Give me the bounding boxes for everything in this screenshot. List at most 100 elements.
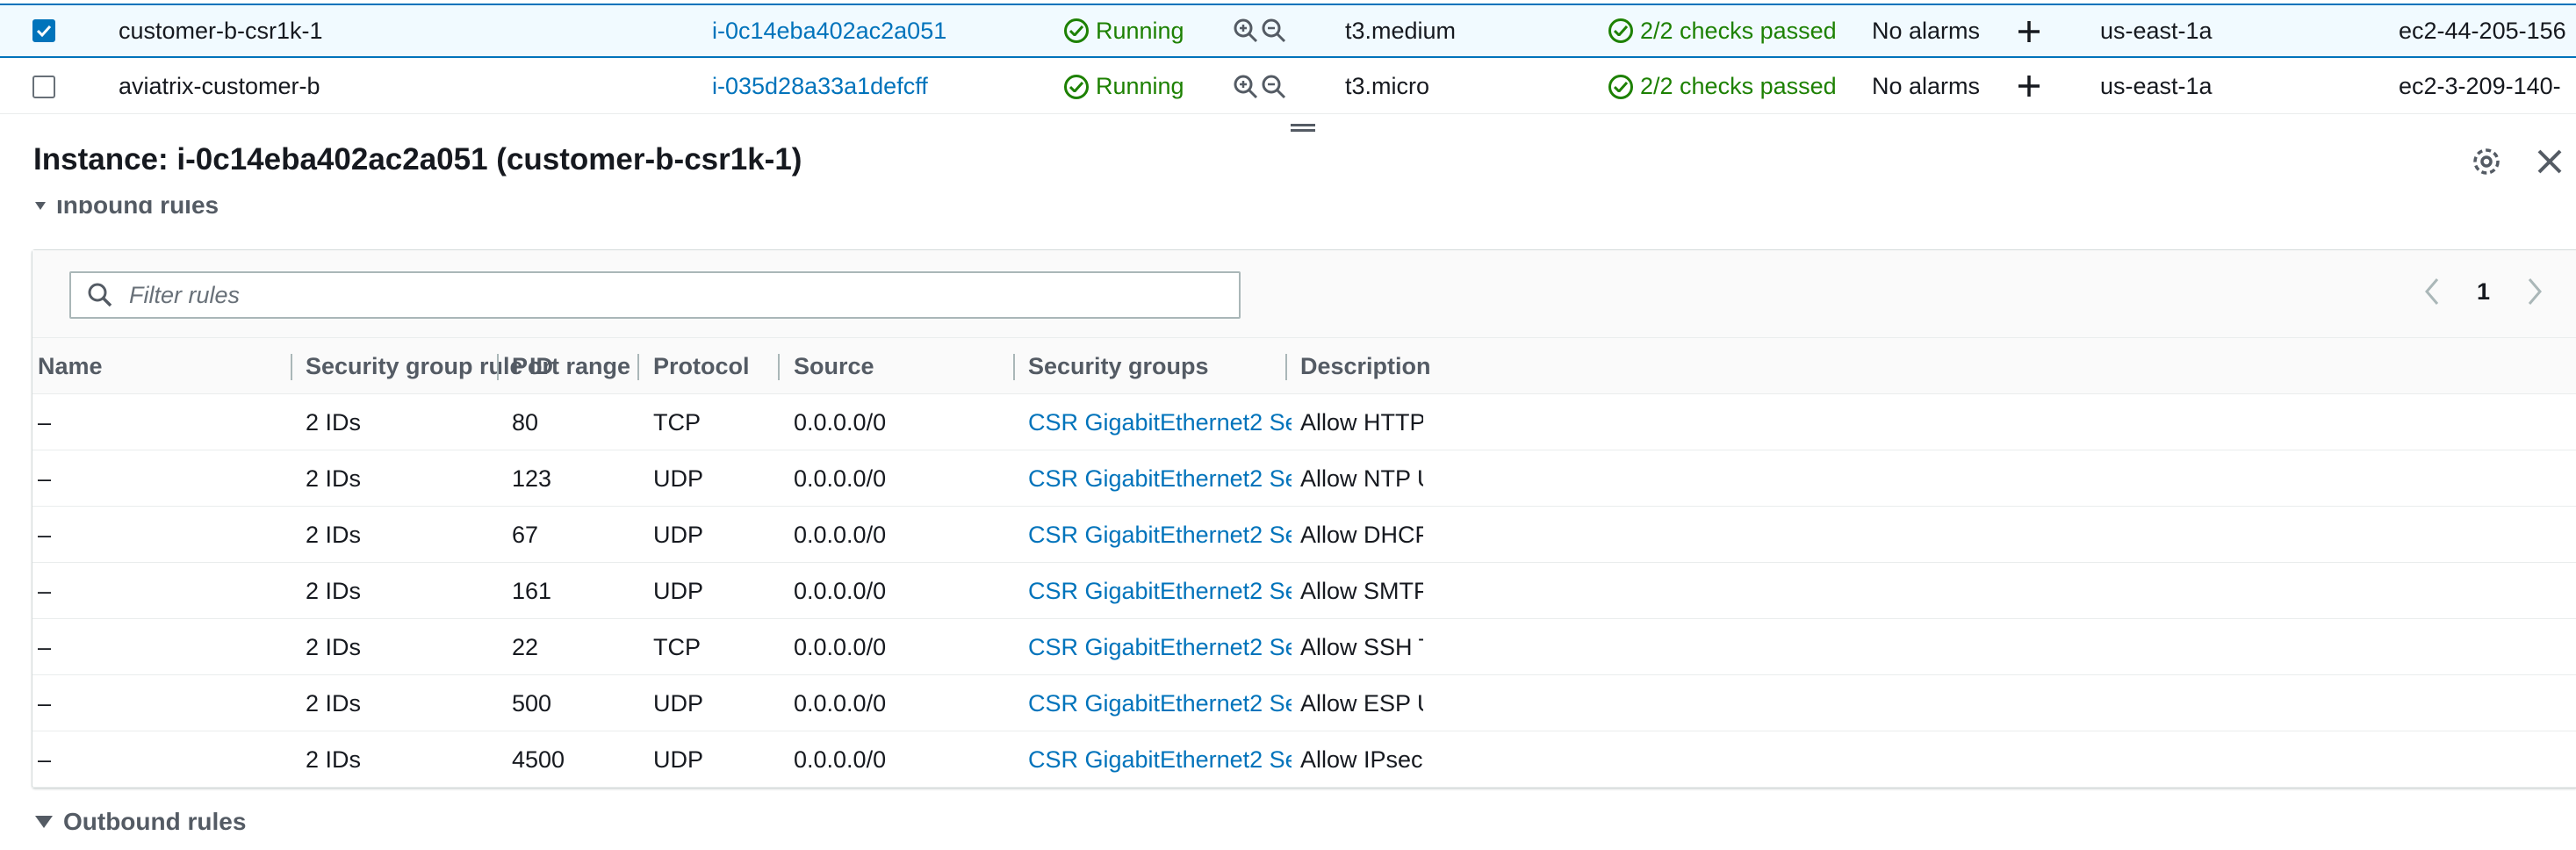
column-header-port-range[interactable]: Port range <box>512 338 630 394</box>
zoom-in-icon[interactable] <box>1233 74 1259 100</box>
availability-zone: us-east-1a <box>2100 73 2213 99</box>
cell-security-group-link[interactable]: CSR GigabitEthernet2 Security Group ... <box>1028 507 1292 563</box>
outbound-rules-header[interactable]: Outbound rules <box>35 808 246 836</box>
alarm-status: No alarms <box>1872 17 1981 44</box>
plus-icon[interactable] <box>2016 73 2042 105</box>
instance-row[interactable]: aviatrix-customer-b i-035d28a33a1defcff … <box>0 60 2576 114</box>
column-header-security-groups[interactable]: Security groups <box>1028 338 1209 394</box>
cell-description: Allow ESP UI <box>1300 689 1423 717</box>
search-icon <box>88 283 112 307</box>
instance-type: t3.micro <box>1345 73 1430 99</box>
cell-description: Allow IPsec U <box>1300 746 1423 773</box>
column-header-protocol[interactable]: Protocol <box>653 338 750 394</box>
cell-protocol: UDP <box>653 746 704 773</box>
cell-rule-id: 2 IDs <box>306 577 362 604</box>
column-resizer[interactable] <box>778 354 780 380</box>
cell-port-range: 80 <box>512 408 539 436</box>
table-row[interactable]: – 2 IDs 22 TCP 0.0.0.0/0 CSR GigabitEthernet2… <box>32 619 2576 675</box>
cell-security-group-link[interactable]: CSR GigabitEthernet2 Security Group ... <box>1028 619 1292 675</box>
cell-port-range: 4500 <box>512 746 565 773</box>
cell-description: Allow NTP U <box>1300 465 1423 492</box>
state-label: Running <box>1096 17 1184 44</box>
zoom-in-icon[interactable] <box>1233 18 1259 44</box>
column-resizer[interactable] <box>291 354 292 380</box>
cell-rule-id: 2 IDs <box>306 633 362 660</box>
cell-rule-id: 2 IDs <box>306 746 362 773</box>
checks-label: 2/2 checks passed <box>1640 17 1837 44</box>
column-resizer[interactable] <box>1013 354 1015 380</box>
check-circle-icon <box>1608 74 1633 99</box>
cell-source: 0.0.0.0/0 <box>794 746 887 773</box>
cell-name: – <box>38 521 52 548</box>
cell-source: 0.0.0.0/0 <box>794 521 887 548</box>
zoom-controls <box>1233 18 1287 44</box>
cell-security-group-link[interactable]: CSR GigabitEthernet2 Security Group ... <box>1028 394 1292 450</box>
cell-name: – <box>38 689 52 717</box>
plus-icon[interactable] <box>2016 18 2042 51</box>
cell-security-group-link[interactable]: CSR GigabitEthernet2 Security Group ... <box>1028 675 1292 731</box>
cell-source: 0.0.0.0/0 <box>794 633 887 660</box>
cell-port-range: 123 <box>512 465 552 492</box>
cell-description: Allow HTTP T <box>1300 408 1423 436</box>
instance-state: Running <box>1064 73 1184 100</box>
close-icon[interactable] <box>2532 144 2567 179</box>
cell-port-range: 22 <box>512 633 539 660</box>
column-header-name[interactable]: Name <box>38 338 103 394</box>
instance-id-link[interactable]: i-0c14eba402ac2a051 <box>712 18 946 45</box>
cell-name: – <box>38 633 52 660</box>
table-row[interactable]: – 2 IDs 67 UDP 0.0.0.0/0 CSR GigabitEthernet2… <box>32 507 2576 563</box>
outbound-rules-label: Outbound rules <box>63 808 247 835</box>
cell-source: 0.0.0.0/0 <box>794 577 887 604</box>
table-row[interactable]: – 2 IDs 500 UDP 0.0.0.0/0 CSR GigabitEthernet… <box>32 675 2576 731</box>
cell-rule-id: 2 IDs <box>306 521 362 548</box>
public-dns: ec2-3-209-140- <box>2399 73 2561 99</box>
cell-protocol: TCP <box>653 408 701 436</box>
column-resizer[interactable] <box>637 354 639 380</box>
drag-handle-icon[interactable] <box>1291 121 1315 137</box>
current-page[interactable]: 1 <box>2477 278 2490 306</box>
cell-description: Allow SMTP <box>1300 577 1423 604</box>
cell-security-group-link[interactable]: CSR GigabitEthernet2 Security Group ... <box>1028 731 1292 788</box>
cell-description: Allow DHCP <box>1300 521 1423 548</box>
check-circle-icon <box>1064 18 1089 43</box>
table-row[interactable]: – 2 IDs 4500 UDP 0.0.0.0/0 CSR GigabitEtherne… <box>32 731 2576 788</box>
cell-security-group-link[interactable]: CSR GigabitEthernet2 Security Group ... <box>1028 563 1292 619</box>
table-row[interactable]: – 2 IDs 161 UDP 0.0.0.0/0 CSR GigabitEthernet… <box>32 563 2576 619</box>
column-header-source[interactable]: Source <box>794 338 874 394</box>
column-resizer[interactable] <box>497 354 499 380</box>
column-header-description[interactable]: Description <box>1300 338 1431 394</box>
inbound-rules-header[interactable]: Inbound rules <box>35 200 219 227</box>
instance-id-link[interactable]: i-035d28a33a1defcff <box>712 73 928 100</box>
zoom-controls <box>1233 74 1287 100</box>
column-resizer[interactable] <box>1285 354 1287 380</box>
cell-port-range: 500 <box>512 689 552 717</box>
cell-security-group-link[interactable]: CSR GigabitEthernet2 Security Group ... <box>1028 450 1292 507</box>
check-circle-icon <box>1064 74 1089 99</box>
availability-zone: us-east-1a <box>2100 17 2213 44</box>
table-row[interactable]: – 2 IDs 80 TCP 0.0.0.0/0 CSR GigabitEthernet2… <box>32 394 2576 450</box>
pagination: 1 <box>2422 277 2544 306</box>
instance-row-selected[interactable]: customer-b-csr1k-1 i-0c14eba402ac2a051 R… <box>0 4 2576 58</box>
cell-name: – <box>38 577 52 604</box>
table-header: Name Security group rule ID Port range P… <box>32 338 2576 394</box>
cell-rule-id: 2 IDs <box>306 689 362 717</box>
instance-name: aviatrix-customer-b <box>119 73 320 99</box>
chevron-right-icon[interactable] <box>2525 277 2544 306</box>
zoom-out-icon[interactable] <box>1261 18 1287 44</box>
checkbox-checked-icon[interactable] <box>32 19 55 42</box>
cell-rule-id: 2 IDs <box>306 465 362 492</box>
inbound-rules-label: Inbound rules <box>56 200 219 219</box>
table-row[interactable]: – 2 IDs 123 UDP 0.0.0.0/0 CSR GigabitEthernet… <box>32 450 2576 507</box>
cell-rule-id: 2 IDs <box>306 408 362 436</box>
cell-source: 0.0.0.0/0 <box>794 408 887 436</box>
zoom-out-icon[interactable] <box>1261 74 1287 100</box>
instance-type: t3.medium <box>1345 17 1457 44</box>
filter-rules-input[interactable] <box>127 280 1181 310</box>
checks-label: 2/2 checks passed <box>1640 73 1837 99</box>
cell-source: 0.0.0.0/0 <box>794 689 887 717</box>
filter-rules-field[interactable] <box>69 271 1241 319</box>
checkbox-icon[interactable] <box>32 75 55 98</box>
gear-icon[interactable] <box>2469 144 2504 179</box>
chevron-left-icon[interactable] <box>2422 277 2442 306</box>
cell-name: – <box>38 408 52 436</box>
